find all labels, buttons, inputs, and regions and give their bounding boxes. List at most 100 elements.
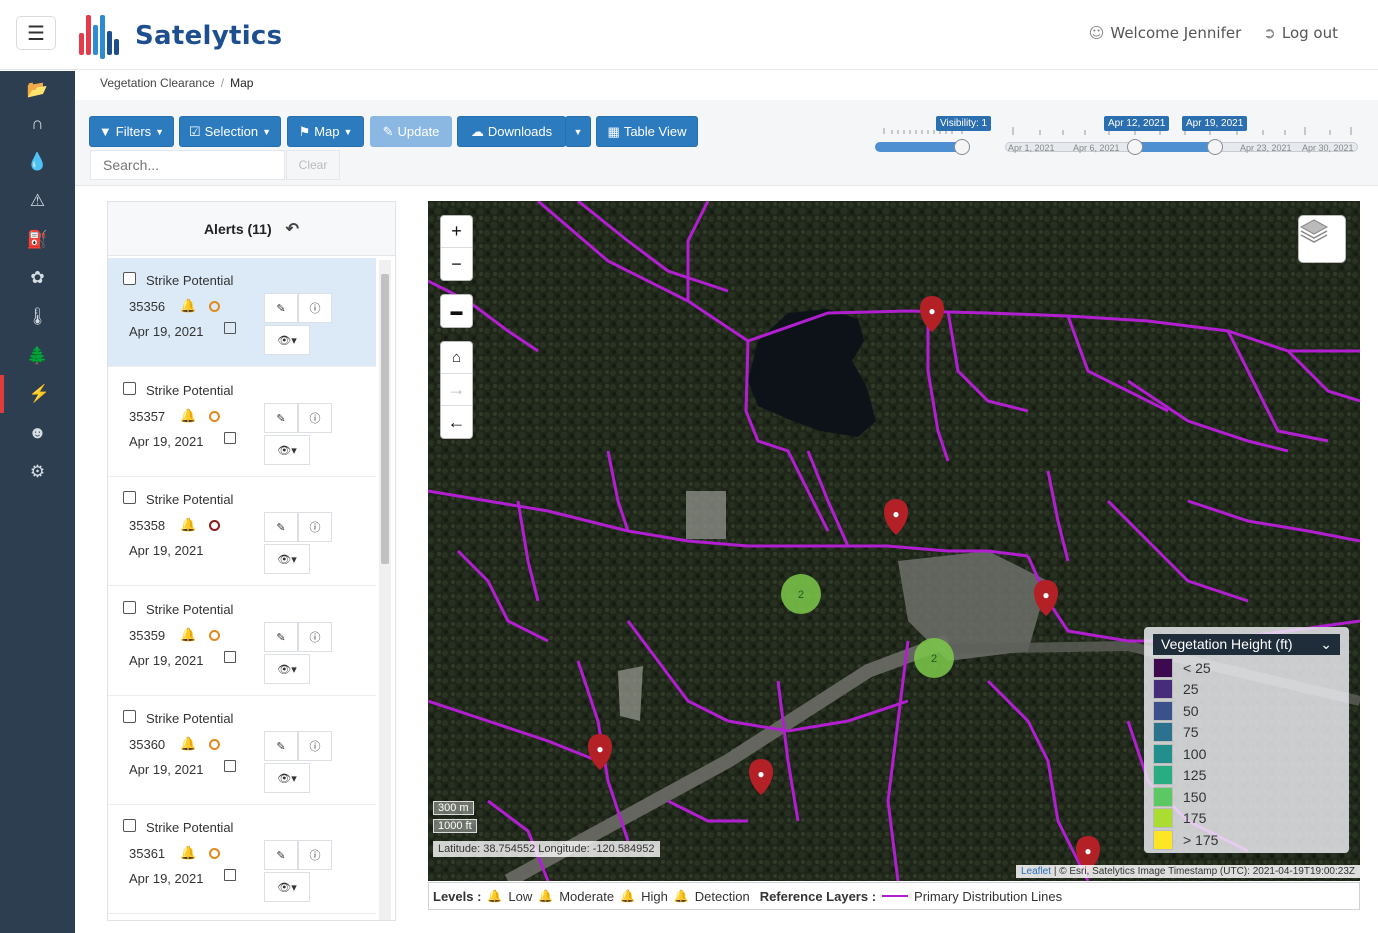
legend-label: 175: [1183, 810, 1207, 827]
alert-checkbox[interactable]: [123, 382, 136, 395]
edit-button[interactable]: ✎: [264, 731, 298, 761]
info-button[interactable]: ⓘ: [298, 622, 332, 652]
sidebar-item-tree[interactable]: 🌲: [0, 337, 75, 375]
bell-icon: 🔔: [180, 627, 197, 642]
info-button[interactable]: ⓘ: [298, 403, 332, 433]
alert-list-item[interactable]: Strike Potential 35357 🔔 Apr 19, 2021 ✎ …: [108, 368, 376, 477]
sidebar-item-account[interactable]: ☻: [0, 414, 75, 452]
sidebar-item-temperature[interactable]: 🌡: [0, 298, 75, 336]
menu-toggle-button[interactable]: ☰: [16, 16, 56, 50]
alert-list-item[interactable]: Strike Potential 35358 🔔 Apr 19, 2021 ✎ …: [108, 477, 376, 586]
undo-arrow-icon[interactable]: ↶: [286, 219, 299, 239]
sidebar-item-leaf[interactable]: ✿: [0, 259, 75, 297]
alert-type: Strike Potential: [146, 383, 234, 398]
breadcrumb-parent[interactable]: Vegetation Clearance: [100, 76, 215, 90]
downloads-button[interactable]: ☁ Downloads: [457, 116, 566, 147]
sidebar-item-settings[interactable]: ⚙: [0, 453, 75, 491]
search-input[interactable]: [90, 150, 285, 180]
plus-icon: +: [451, 221, 462, 241]
back-button[interactable]: ←: [441, 406, 472, 438]
sidebar-item-power[interactable]: ⚡: [0, 375, 75, 413]
forward-button[interactable]: →: [441, 374, 472, 406]
navigation-control: ⌂ → ←: [440, 341, 473, 439]
map-attribution: Leaflet | © Esri, Satelytics Image Times…: [1016, 865, 1360, 878]
bell-icon: 🔔: [180, 408, 197, 423]
map-button[interactable]: ⚑ Map ▼: [287, 116, 364, 147]
info-button[interactable]: ⓘ: [298, 731, 332, 761]
status-circle-icon: [209, 739, 220, 750]
alert-date: Apr 19, 2021: [129, 434, 204, 449]
sidebar-item-warning[interactable]: ⚠: [0, 182, 75, 220]
eye-icon: 👁▾: [277, 444, 297, 457]
info-button[interactable]: ⓘ: [298, 293, 332, 323]
reference-layer-item[interactable]: Primary Distribution Lines: [914, 889, 1062, 904]
image-icon[interactable]: [224, 651, 236, 663]
scale-bar-imperial: 1000 ft: [433, 819, 477, 833]
downloads-dropdown-toggle[interactable]: ▼: [565, 116, 591, 147]
alerts-scrollbar[interactable]: [379, 260, 391, 920]
view-dropdown-button[interactable]: 👁▾: [264, 544, 310, 574]
legend-title-bar[interactable]: Vegetation Height (ft) ⌄: [1153, 634, 1340, 655]
date-end-knob[interactable]: [1207, 139, 1223, 155]
scrollbar-thumb[interactable]: [381, 274, 389, 564]
info-button[interactable]: ⓘ: [298, 512, 332, 542]
bell-icon: 🔔: [180, 298, 197, 313]
view-dropdown-button[interactable]: 👁▾: [264, 325, 310, 355]
image-icon[interactable]: [224, 432, 236, 444]
sidebar-item-water[interactable]: 💧: [0, 143, 75, 181]
legend-label: > 175: [1183, 831, 1219, 848]
date-tick-label: Apr 23, 2021: [1240, 143, 1292, 153]
home-button[interactable]: ⌂: [441, 342, 472, 374]
alert-list-item[interactable]: Strike Potential 35356 🔔 Apr 19, 2021 ✎ …: [108, 258, 376, 367]
layers-button[interactable]: [1298, 215, 1346, 263]
image-icon[interactable]: [224, 869, 236, 881]
zoom-control: + −: [440, 215, 473, 281]
image-icon[interactable]: [224, 322, 236, 334]
legend-label: < 25: [1183, 659, 1211, 676]
sidebar-item-oil[interactable]: ⛽: [0, 221, 75, 259]
measure-button[interactable]: ▬: [441, 295, 472, 327]
date-start-knob[interactable]: [1127, 139, 1143, 155]
edit-button[interactable]: ✎: [264, 840, 298, 870]
chevron-down-icon: ⌄: [1320, 636, 1332, 652]
downloads-label: Downloads: [487, 124, 553, 139]
measure-control: ▬: [440, 294, 473, 328]
alert-checkbox[interactable]: [123, 819, 136, 832]
view-dropdown-button[interactable]: 👁▾: [264, 654, 310, 684]
edit-button[interactable]: ✎: [264, 512, 298, 542]
logout-link[interactable]: ➲ Log out: [1263, 24, 1338, 42]
view-dropdown-button[interactable]: 👁▾: [264, 872, 310, 902]
filters-button[interactable]: ▼ Filters ▼: [89, 116, 174, 147]
view-dropdown-button[interactable]: 👁▾: [264, 435, 310, 465]
alert-checkbox[interactable]: [123, 710, 136, 723]
visibility-knob[interactable]: [954, 139, 970, 155]
alert-checkbox[interactable]: [123, 601, 136, 614]
filters-label: Filters: [115, 124, 152, 139]
table-view-button[interactable]: ▦ Table View: [596, 116, 698, 147]
legend-row: 50: [1153, 700, 1348, 722]
clear-button[interactable]: Clear: [286, 150, 340, 180]
alert-list-item[interactable]: Strike Potential 35361 🔔 Apr 19, 2021 ✎ …: [108, 805, 376, 914]
bolt-icon: ⚡: [28, 384, 51, 403]
sidebar-item-folder[interactable]: 📂: [0, 71, 75, 109]
map-icon: ⚑: [298, 123, 311, 139]
alert-list-item[interactable]: Strike Potential 35359 🔔 Apr 19, 2021 ✎ …: [108, 587, 376, 696]
brand-logo[interactable]: Satelytics: [77, 10, 282, 62]
alert-checkbox[interactable]: [123, 272, 136, 285]
alert-list-item[interactable]: Strike Potential 35360 🔔 Apr 19, 2021 ✎ …: [108, 696, 376, 805]
view-dropdown-button[interactable]: 👁▾: [264, 763, 310, 793]
sidebar-item-magnet[interactable]: ∩: [0, 105, 75, 143]
edit-button[interactable]: ✎: [264, 403, 298, 433]
zoom-out-button[interactable]: −: [441, 248, 472, 280]
zoom-in-button[interactable]: +: [441, 216, 472, 248]
image-icon[interactable]: [224, 760, 236, 772]
edit-button[interactable]: ✎: [264, 622, 298, 652]
leaflet-link[interactable]: Leaflet: [1021, 866, 1051, 877]
map-view[interactable]: 2 2 ● ● ● ● ● ● + − ▬ ⌂ → ← Vegetation H…: [428, 201, 1360, 881]
alert-checkbox[interactable]: [123, 491, 136, 504]
info-button[interactable]: ⓘ: [298, 840, 332, 870]
welcome-user[interactable]: ☺ Welcome Jennifer: [1089, 24, 1242, 42]
edit-button[interactable]: ✎: [264, 293, 298, 323]
update-button[interactable]: ✎ Update: [370, 116, 452, 147]
selection-button[interactable]: ☑ Selection ▼: [179, 116, 281, 147]
